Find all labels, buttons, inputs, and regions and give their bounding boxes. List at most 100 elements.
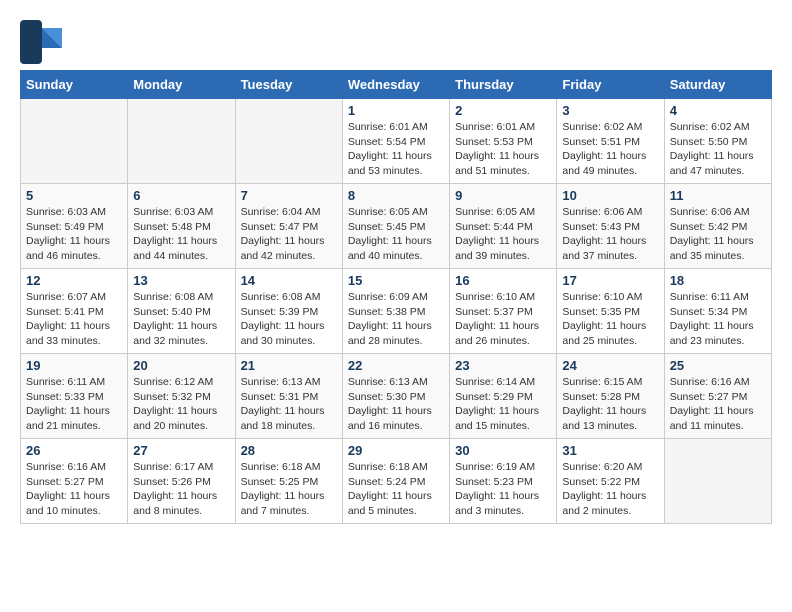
day-info: Sunrise: 6:10 AMSunset: 5:37 PMDaylight:… bbox=[455, 290, 551, 349]
calendar-cell: 4 Sunrise: 6:02 AMSunset: 5:50 PMDayligh… bbox=[664, 99, 771, 184]
day-number: 28 bbox=[241, 443, 337, 458]
calendar-week-3: 12 Sunrise: 6:07 AMSunset: 5:41 PMDaylig… bbox=[21, 269, 772, 354]
calendar-cell: 17 Sunrise: 6:10 AMSunset: 5:35 PMDaylig… bbox=[557, 269, 664, 354]
calendar-cell: 3 Sunrise: 6:02 AMSunset: 5:51 PMDayligh… bbox=[557, 99, 664, 184]
calendar-cell: 25 Sunrise: 6:16 AMSunset: 5:27 PMDaylig… bbox=[664, 354, 771, 439]
weekday-header-saturday: Saturday bbox=[664, 71, 771, 99]
day-number: 27 bbox=[133, 443, 229, 458]
calendar-cell: 27 Sunrise: 6:17 AMSunset: 5:26 PMDaylig… bbox=[128, 439, 235, 524]
day-number: 3 bbox=[562, 103, 658, 118]
day-number: 21 bbox=[241, 358, 337, 373]
calendar-cell: 21 Sunrise: 6:13 AMSunset: 5:31 PMDaylig… bbox=[235, 354, 342, 439]
calendar-week-5: 26 Sunrise: 6:16 AMSunset: 5:27 PMDaylig… bbox=[21, 439, 772, 524]
day-number: 11 bbox=[670, 188, 766, 203]
calendar-week-2: 5 Sunrise: 6:03 AMSunset: 5:49 PMDayligh… bbox=[21, 184, 772, 269]
day-info: Sunrise: 6:19 AMSunset: 5:23 PMDaylight:… bbox=[455, 460, 551, 519]
day-number: 31 bbox=[562, 443, 658, 458]
calendar-cell: 9 Sunrise: 6:05 AMSunset: 5:44 PMDayligh… bbox=[450, 184, 557, 269]
calendar-cell: 16 Sunrise: 6:10 AMSunset: 5:37 PMDaylig… bbox=[450, 269, 557, 354]
calendar-cell: 11 Sunrise: 6:06 AMSunset: 5:42 PMDaylig… bbox=[664, 184, 771, 269]
day-info: Sunrise: 6:15 AMSunset: 5:28 PMDaylight:… bbox=[562, 375, 658, 434]
calendar-cell: 1 Sunrise: 6:01 AMSunset: 5:54 PMDayligh… bbox=[342, 99, 449, 184]
day-info: Sunrise: 6:03 AMSunset: 5:48 PMDaylight:… bbox=[133, 205, 229, 264]
calendar-cell bbox=[128, 99, 235, 184]
day-number: 12 bbox=[26, 273, 122, 288]
calendar-cell: 19 Sunrise: 6:11 AMSunset: 5:33 PMDaylig… bbox=[21, 354, 128, 439]
day-info: Sunrise: 6:12 AMSunset: 5:32 PMDaylight:… bbox=[133, 375, 229, 434]
day-number: 10 bbox=[562, 188, 658, 203]
day-number: 24 bbox=[562, 358, 658, 373]
weekday-header-wednesday: Wednesday bbox=[342, 71, 449, 99]
day-number: 29 bbox=[348, 443, 444, 458]
calendar-body: 1 Sunrise: 6:01 AMSunset: 5:54 PMDayligh… bbox=[21, 99, 772, 524]
day-number: 18 bbox=[670, 273, 766, 288]
calendar-cell: 5 Sunrise: 6:03 AMSunset: 5:49 PMDayligh… bbox=[21, 184, 128, 269]
day-number: 5 bbox=[26, 188, 122, 203]
day-info: Sunrise: 6:03 AMSunset: 5:49 PMDaylight:… bbox=[26, 205, 122, 264]
day-info: Sunrise: 6:07 AMSunset: 5:41 PMDaylight:… bbox=[26, 290, 122, 349]
day-info: Sunrise: 6:06 AMSunset: 5:43 PMDaylight:… bbox=[562, 205, 658, 264]
day-number: 26 bbox=[26, 443, 122, 458]
calendar-cell: 18 Sunrise: 6:11 AMSunset: 5:34 PMDaylig… bbox=[664, 269, 771, 354]
weekday-header-friday: Friday bbox=[557, 71, 664, 99]
day-number: 19 bbox=[26, 358, 122, 373]
day-number: 16 bbox=[455, 273, 551, 288]
calendar-week-1: 1 Sunrise: 6:01 AMSunset: 5:54 PMDayligh… bbox=[21, 99, 772, 184]
calendar-cell: 10 Sunrise: 6:06 AMSunset: 5:43 PMDaylig… bbox=[557, 184, 664, 269]
page-header bbox=[20, 20, 772, 60]
day-info: Sunrise: 6:13 AMSunset: 5:31 PMDaylight:… bbox=[241, 375, 337, 434]
day-number: 25 bbox=[670, 358, 766, 373]
day-number: 20 bbox=[133, 358, 229, 373]
weekday-header-monday: Monday bbox=[128, 71, 235, 99]
calendar-cell: 24 Sunrise: 6:15 AMSunset: 5:28 PMDaylig… bbox=[557, 354, 664, 439]
day-number: 22 bbox=[348, 358, 444, 373]
day-info: Sunrise: 6:17 AMSunset: 5:26 PMDaylight:… bbox=[133, 460, 229, 519]
calendar-cell: 2 Sunrise: 6:01 AMSunset: 5:53 PMDayligh… bbox=[450, 99, 557, 184]
day-info: Sunrise: 6:05 AMSunset: 5:45 PMDaylight:… bbox=[348, 205, 444, 264]
calendar-cell: 13 Sunrise: 6:08 AMSunset: 5:40 PMDaylig… bbox=[128, 269, 235, 354]
day-info: Sunrise: 6:11 AMSunset: 5:34 PMDaylight:… bbox=[670, 290, 766, 349]
calendar-cell: 30 Sunrise: 6:19 AMSunset: 5:23 PMDaylig… bbox=[450, 439, 557, 524]
weekday-header-sunday: Sunday bbox=[21, 71, 128, 99]
calendar-week-4: 19 Sunrise: 6:11 AMSunset: 5:33 PMDaylig… bbox=[21, 354, 772, 439]
calendar-cell: 22 Sunrise: 6:13 AMSunset: 5:30 PMDaylig… bbox=[342, 354, 449, 439]
day-info: Sunrise: 6:06 AMSunset: 5:42 PMDaylight:… bbox=[670, 205, 766, 264]
day-number: 17 bbox=[562, 273, 658, 288]
day-info: Sunrise: 6:09 AMSunset: 5:38 PMDaylight:… bbox=[348, 290, 444, 349]
calendar-cell: 8 Sunrise: 6:05 AMSunset: 5:45 PMDayligh… bbox=[342, 184, 449, 269]
day-number: 6 bbox=[133, 188, 229, 203]
day-number: 23 bbox=[455, 358, 551, 373]
day-info: Sunrise: 6:04 AMSunset: 5:47 PMDaylight:… bbox=[241, 205, 337, 264]
day-info: Sunrise: 6:01 AMSunset: 5:54 PMDaylight:… bbox=[348, 120, 444, 179]
day-number: 14 bbox=[241, 273, 337, 288]
calendar-cell bbox=[235, 99, 342, 184]
weekday-header-tuesday: Tuesday bbox=[235, 71, 342, 99]
day-number: 15 bbox=[348, 273, 444, 288]
day-info: Sunrise: 6:01 AMSunset: 5:53 PMDaylight:… bbox=[455, 120, 551, 179]
calendar-cell: 7 Sunrise: 6:04 AMSunset: 5:47 PMDayligh… bbox=[235, 184, 342, 269]
day-info: Sunrise: 6:16 AMSunset: 5:27 PMDaylight:… bbox=[670, 375, 766, 434]
calendar-cell: 28 Sunrise: 6:18 AMSunset: 5:25 PMDaylig… bbox=[235, 439, 342, 524]
calendar-cell: 29 Sunrise: 6:18 AMSunset: 5:24 PMDaylig… bbox=[342, 439, 449, 524]
calendar-cell bbox=[21, 99, 128, 184]
calendar-cell: 20 Sunrise: 6:12 AMSunset: 5:32 PMDaylig… bbox=[128, 354, 235, 439]
day-number: 7 bbox=[241, 188, 337, 203]
calendar-cell: 23 Sunrise: 6:14 AMSunset: 5:29 PMDaylig… bbox=[450, 354, 557, 439]
day-number: 1 bbox=[348, 103, 444, 118]
day-number: 4 bbox=[670, 103, 766, 118]
day-info: Sunrise: 6:14 AMSunset: 5:29 PMDaylight:… bbox=[455, 375, 551, 434]
calendar-cell: 15 Sunrise: 6:09 AMSunset: 5:38 PMDaylig… bbox=[342, 269, 449, 354]
day-number: 8 bbox=[348, 188, 444, 203]
day-info: Sunrise: 6:11 AMSunset: 5:33 PMDaylight:… bbox=[26, 375, 122, 434]
day-info: Sunrise: 6:02 AMSunset: 5:50 PMDaylight:… bbox=[670, 120, 766, 179]
day-info: Sunrise: 6:20 AMSunset: 5:22 PMDaylight:… bbox=[562, 460, 658, 519]
day-number: 30 bbox=[455, 443, 551, 458]
calendar-cell: 6 Sunrise: 6:03 AMSunset: 5:48 PMDayligh… bbox=[128, 184, 235, 269]
day-info: Sunrise: 6:02 AMSunset: 5:51 PMDaylight:… bbox=[562, 120, 658, 179]
day-info: Sunrise: 6:08 AMSunset: 5:40 PMDaylight:… bbox=[133, 290, 229, 349]
calendar-cell: 26 Sunrise: 6:16 AMSunset: 5:27 PMDaylig… bbox=[21, 439, 128, 524]
day-info: Sunrise: 6:18 AMSunset: 5:25 PMDaylight:… bbox=[241, 460, 337, 519]
calendar-cell: 31 Sunrise: 6:20 AMSunset: 5:22 PMDaylig… bbox=[557, 439, 664, 524]
weekday-header-thursday: Thursday bbox=[450, 71, 557, 99]
day-info: Sunrise: 6:10 AMSunset: 5:35 PMDaylight:… bbox=[562, 290, 658, 349]
